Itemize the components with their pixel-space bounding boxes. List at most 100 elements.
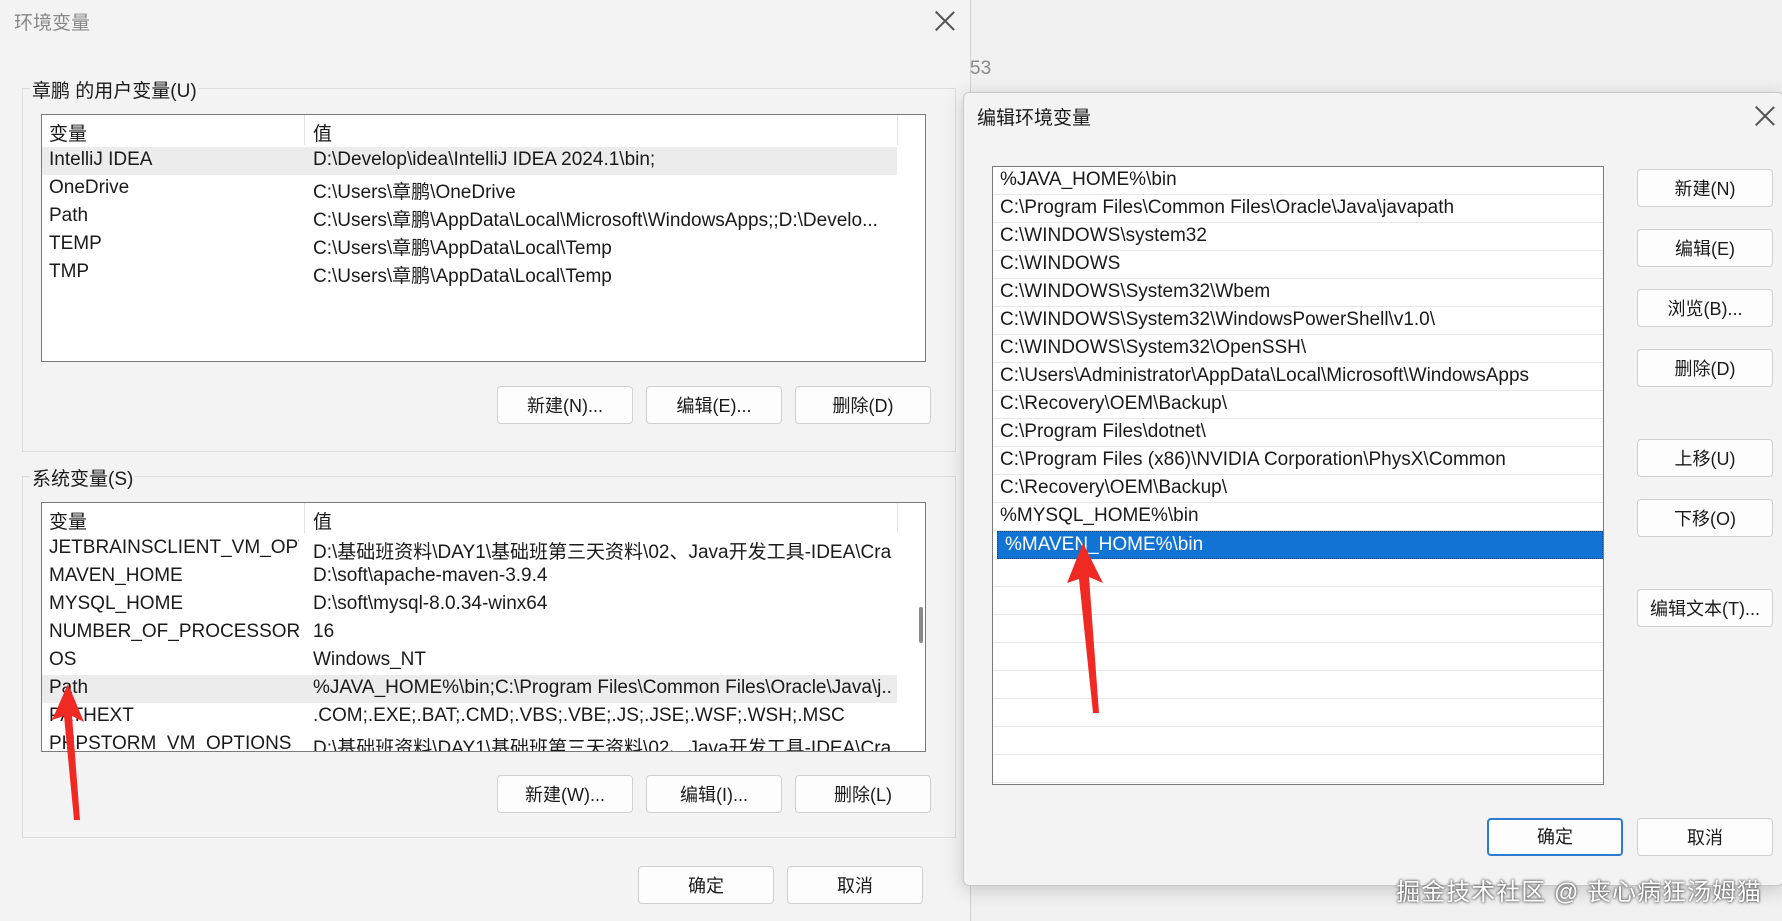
list-item[interactable]: C:\WINDOWS\System32\Wbem: [993, 279, 1603, 307]
system-edit-button[interactable]: 编辑(I)...: [646, 775, 782, 813]
system-new-button[interactable]: 新建(W)...: [497, 775, 633, 813]
list-item[interactable]: C:\WINDOWS\System32\WindowsPowerShell\v1…: [993, 307, 1603, 335]
row-value: C:\Users\章鹏\AppData\Local\Temp: [313, 266, 612, 287]
path-entry-text: C:\Program Files\dotnet\: [1000, 421, 1206, 442]
table-row[interactable]: MAVEN_HOME D:\soft\apache-maven-3.9.4: [42, 563, 925, 591]
edit-entry-button[interactable]: 编辑(E): [1637, 229, 1773, 267]
path-entry-text: %JAVA_HOME%\bin: [1000, 169, 1177, 190]
user-delete-button[interactable]: 删除(D): [795, 386, 931, 424]
new-entry-button[interactable]: 新建(N): [1637, 169, 1773, 207]
row-value: .COM;.EXE;.BAT;.CMD;.VBS;.VBE;.JS;.JSE;.…: [313, 705, 845, 726]
path-entry-text: C:\WINDOWS\system32: [1000, 225, 1207, 246]
user-edit-button[interactable]: 编辑(E)...: [646, 386, 782, 424]
user-variables-list[interactable]: 变量 值 IntelliJ IDEA D:\Develop\idea\Intel…: [41, 114, 926, 362]
path-entry-text: C:\Users\Administrator\AppData\Local\Mic…: [1000, 365, 1530, 386]
cancel-button[interactable]: 取消: [787, 866, 923, 904]
row-value: C:\Users\章鹏\AppData\Local\Temp: [313, 238, 612, 259]
system-variables-list[interactable]: 变量 值 JETBRAINSCLIENT_VM_OPTI... D:\基础班资料…: [41, 502, 926, 752]
table-row[interactable]: TMP C:\Users\章鹏\AppData\Local\Temp: [42, 259, 925, 287]
row-variable: OS: [49, 649, 77, 670]
annotation-arrow-icon: [52, 684, 84, 820]
table-row[interactable]: JETBRAINSCLIENT_VM_OPTI... D:\基础班资料\DAY1…: [42, 535, 925, 563]
dialog-title: 编辑环境变量: [977, 108, 1092, 129]
row-value: %JAVA_HOME%\bin;C:\Program Files\Common …: [313, 677, 893, 698]
cancel-button[interactable]: 取消: [1637, 818, 1773, 856]
row-variable: MAVEN_HOME: [49, 565, 183, 586]
table-row[interactable]: TEMP C:\Users\章鹏\AppData\Local\Temp: [42, 231, 925, 259]
table-row[interactable]: PHPSTORM_VM_OPTIONS D:\基础班资料\DAY1\基础班第三天…: [42, 731, 925, 752]
list-item[interactable]: C:\Users\Administrator\AppData\Local\Mic…: [993, 363, 1603, 391]
dialog-title: 环境变量: [14, 13, 91, 34]
path-entry-text: C:\Recovery\OEM\Backup\: [1000, 477, 1228, 498]
environment-variables-dialog: 环境变量 章鹏 的用户变量(U) 变量 值 IntelliJ IDEA D:\D…: [0, 0, 971, 921]
path-entry-text: C:\Recovery\OEM\Backup\: [1000, 393, 1228, 414]
column-header-variable[interactable]: 变量: [49, 507, 87, 534]
row-variable: JETBRAINSCLIENT_VM_OPTI...: [49, 537, 299, 558]
list-header: 变量 值: [42, 503, 925, 533]
path-entry-text: C:\WINDOWS: [1000, 253, 1121, 274]
table-row[interactable]: MYSQL_HOME D:\soft\mysql-8.0.34-winx64: [42, 591, 925, 619]
path-entry-text: C:\WINDOWS\System32\OpenSSH\: [1000, 337, 1307, 358]
ok-button[interactable]: 确定: [1487, 818, 1623, 856]
row-variable: Path: [49, 205, 89, 226]
list-header: 变量 值: [42, 115, 925, 145]
ok-button[interactable]: 确定: [638, 866, 774, 904]
list-item[interactable]: C:\WINDOWS\System32\OpenSSH\: [993, 335, 1603, 363]
list-item[interactable]: [993, 727, 1603, 755]
user-variables-label: 章鹏 的用户变量(U): [30, 76, 199, 103]
column-header-value[interactable]: 值: [313, 507, 332, 534]
table-row[interactable]: OneDrive C:\Users\章鹏\OneDrive: [42, 175, 925, 203]
list-item[interactable]: C:\Program Files (x86)\NVIDIA Corporatio…: [993, 447, 1603, 475]
annotation-arrow-icon: [1067, 543, 1103, 713]
row-variable: NUMBER_OF_PROCESSORS: [49, 621, 299, 642]
table-row[interactable]: IntelliJ IDEA D:\Develop\idea\IntelliJ I…: [42, 147, 897, 175]
list-item[interactable]: C:\Recovery\OEM\Backup\: [993, 475, 1603, 503]
path-entry-text: C:\Program Files\Common Files\Oracle\Jav…: [1000, 197, 1455, 218]
row-value: C:\Users\章鹏\AppData\Local\Microsoft\Wind…: [313, 210, 878, 231]
user-new-button[interactable]: 新建(N)...: [497, 386, 633, 424]
browse-button[interactable]: 浏览(B)...: [1637, 289, 1773, 327]
list-item[interactable]: C:\WINDOWS: [993, 251, 1603, 279]
move-up-button[interactable]: 上移(U): [1637, 439, 1773, 477]
edit-environment-variable-dialog: 编辑环境变量 %JAVA_HOME%\bin C:\Program Files\C…: [963, 92, 1782, 886]
table-row[interactable]: PATHEXT .COM;.EXE;.BAT;.CMD;.VBS;.VBE;.J…: [42, 703, 925, 731]
list-item[interactable]: %MYSQL_HOME%\bin: [993, 503, 1603, 531]
row-variable: Path: [49, 677, 299, 699]
move-down-button[interactable]: 下移(O): [1637, 499, 1773, 537]
row-variable: TEMP: [49, 233, 102, 254]
system-delete-button[interactable]: 删除(L): [795, 775, 931, 813]
path-entry-text: C:\WINDOWS\System32\Wbem: [1000, 281, 1271, 302]
row-variable: OneDrive: [49, 177, 130, 198]
row-variable: PHPSTORM_VM_OPTIONS: [49, 733, 292, 752]
table-row[interactable]: NUMBER_OF_PROCESSORS 16: [42, 619, 925, 647]
path-entry-text: C:\Program Files (x86)\NVIDIA Corporatio…: [1000, 449, 1506, 470]
table-row[interactable]: Path %JAVA_HOME%\bin;C:\Program Files\Co…: [42, 675, 897, 703]
table-row[interactable]: Path C:\Users\章鹏\AppData\Local\Microsoft…: [42, 203, 925, 231]
watermark: 掘金技术社区 @ 丧心病狂汤姆猫: [1396, 879, 1762, 906]
row-variable: TMP: [49, 261, 90, 282]
column-header-variable[interactable]: 变量: [49, 119, 87, 146]
list-item[interactable]: C:\Program Files\Common Files\Oracle\Jav…: [993, 195, 1603, 223]
path-entry-text: C:\WINDOWS\System32\WindowsPowerShell\v1…: [1000, 309, 1436, 330]
list-item[interactable]: C:\Recovery\OEM\Backup\: [993, 391, 1603, 419]
row-value: D:\基础班资料\DAY1\基础班第三天资料\02、Java开发工具-IDEA\…: [313, 738, 893, 752]
row-variable: PATHEXT: [49, 705, 134, 726]
list-item[interactable]: %JAVA_HOME%\bin: [993, 167, 1603, 195]
background-text: 53: [970, 58, 992, 79]
scrollbar-thumb[interactable]: [919, 607, 923, 643]
table-row[interactable]: OS Windows_NT: [42, 647, 925, 675]
delete-entry-button[interactable]: 删除(D): [1637, 349, 1773, 387]
list-item[interactable]: C:\WINDOWS\system32: [993, 223, 1603, 251]
list-item[interactable]: [993, 755, 1603, 783]
row-value: D:\基础班资料\DAY1\基础班第三天资料\02、Java开发工具-IDEA\…: [313, 542, 893, 563]
close-icon[interactable]: [934, 10, 956, 32]
row-value: 16: [313, 621, 335, 642]
close-icon[interactable]: [1754, 105, 1776, 127]
path-entry-text: %MYSQL_HOME%\bin: [1000, 505, 1199, 526]
list-item[interactable]: C:\Program Files\dotnet\: [993, 419, 1603, 447]
row-value: D:\soft\apache-maven-3.9.4: [313, 565, 548, 586]
row-variable: MYSQL_HOME: [49, 593, 184, 614]
edit-text-button[interactable]: 编辑文本(T)...: [1637, 589, 1773, 627]
column-header-value[interactable]: 值: [313, 119, 332, 146]
row-value: C:\Users\章鹏\OneDrive: [313, 182, 516, 203]
